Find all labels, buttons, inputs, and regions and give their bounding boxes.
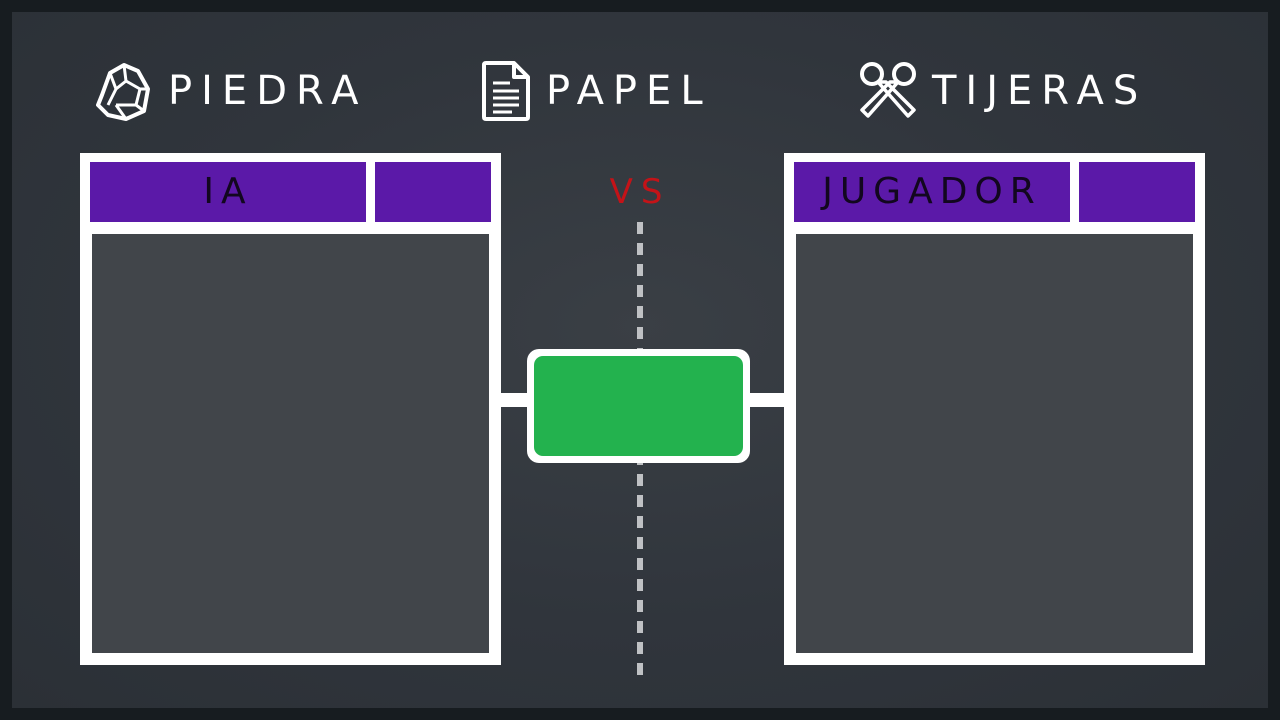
play-button-face[interactable] [534, 356, 743, 456]
player-score-box [1079, 162, 1195, 222]
title-scissors-label: TIJERAS [932, 68, 1148, 114]
title-paper: PAPEL [480, 58, 712, 124]
title-rock: PIEDRA [90, 58, 368, 124]
ai-panel: IA [80, 153, 501, 665]
document-icon [482, 61, 530, 121]
ai-panel-label: IA [203, 171, 253, 212]
player-panel-header: JUGADOR [794, 162, 1070, 222]
ai-score-box [375, 162, 491, 222]
title-scissors: TIJERAS [858, 58, 1147, 124]
rock-icon [96, 63, 150, 121]
vs-label: VS [609, 172, 671, 212]
title-rock-label: PIEDRA [168, 68, 368, 114]
player-choice-area [796, 234, 1193, 653]
player-panel-label: JUGADOR [822, 171, 1042, 212]
play-button[interactable] [527, 349, 750, 463]
ai-panel-header: IA [90, 162, 366, 222]
player-panel: JUGADOR [784, 153, 1205, 665]
scissors-icon [860, 62, 916, 118]
ai-choice-area [92, 234, 489, 653]
game-screen: PIEDRA PAPEL TIJERAS IA VS JUGADOR [12, 12, 1268, 708]
title-paper-label: PAPEL [546, 68, 712, 114]
right-connector [749, 393, 784, 407]
